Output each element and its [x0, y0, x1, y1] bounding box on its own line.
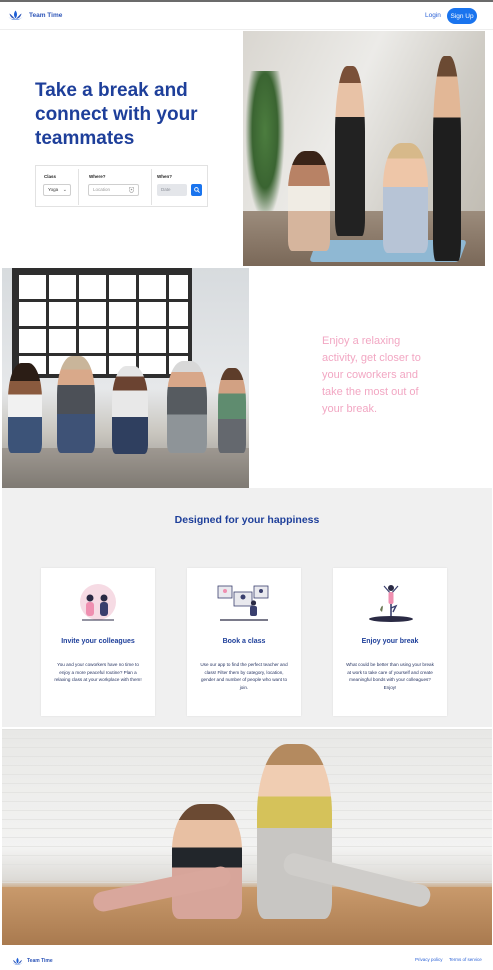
location-input[interactable]: Location: [88, 184, 139, 196]
class-search-form: Class Yoga ⌄ Where? Location When? Date: [35, 165, 208, 207]
chevron-down-icon: ⌄: [62, 187, 67, 193]
location-placeholder: Location: [93, 187, 111, 192]
hero-title: Take a break and connect with your teamm…: [35, 80, 198, 149]
feature-description: What could be better than using your bre…: [346, 662, 434, 690]
lotus-icon: [8, 10, 23, 20]
top-navbar: Team Time Login Sign Up: [0, 0, 493, 30]
feature-title: Invite your colleagues: [61, 638, 135, 645]
location-pin-icon: [129, 187, 134, 193]
feature-title: Book a class: [222, 638, 266, 645]
feature-description: Use our app to find the perfect teacher …: [200, 662, 288, 690]
feature-card-enjoy: Enjoy your break What could be better th…: [333, 568, 447, 716]
where-field: Where? Location: [79, 166, 151, 206]
feature-card-invite: Invite your colleagues You and your cowo…: [41, 568, 155, 716]
footer-brand-logo[interactable]: Team Time: [12, 957, 53, 965]
class-select[interactable]: Yoga ⌄: [43, 184, 71, 196]
brand-logo[interactable]: Team Time: [8, 9, 62, 21]
class-field: Class Yoga ⌄: [36, 166, 78, 206]
booking-screens-illustration: [217, 585, 269, 621]
tagline-text: Enjoy a relaxing activity, get closer to…: [322, 335, 421, 415]
feature-description: You and your coworkers have no time to e…: [54, 662, 142, 682]
feature-title: Enjoy your break: [361, 638, 419, 645]
features-section: Designed for your happiness Invite your …: [2, 488, 492, 727]
hero-photo-women-yoga: [243, 31, 485, 266]
team-meditation-photo: [2, 268, 249, 488]
footer-brand-name: Team Time: [27, 958, 53, 964]
when-field: When? Date: [152, 166, 209, 206]
login-link[interactable]: Login: [425, 12, 441, 19]
signup-button[interactable]: Sign Up: [447, 8, 477, 24]
search-icon: [193, 187, 200, 193]
lotus-icon: [12, 957, 23, 965]
friends-yoga-photo: [2, 729, 492, 945]
colleagues-chatting-illustration: [80, 584, 116, 621]
footer: Team Time Privacy policy Terms of servic…: [0, 946, 493, 970]
where-label: Where?: [89, 174, 106, 179]
yoga-pose-illustration: [369, 585, 413, 622]
class-label: Class: [44, 174, 57, 179]
features-title: Designed for your happiness: [174, 514, 320, 526]
class-select-value: Yoga: [48, 187, 59, 192]
privacy-policy-link[interactable]: Privacy policy: [415, 957, 443, 962]
when-label: When?: [157, 174, 172, 179]
search-button[interactable]: [191, 184, 202, 196]
feature-card-book: Book a class Use our app to find the per…: [187, 568, 301, 716]
date-input[interactable]: Date: [157, 184, 187, 196]
brand-name: Team Time: [29, 11, 63, 19]
terms-of-service-link[interactable]: Terms of service: [449, 957, 482, 962]
